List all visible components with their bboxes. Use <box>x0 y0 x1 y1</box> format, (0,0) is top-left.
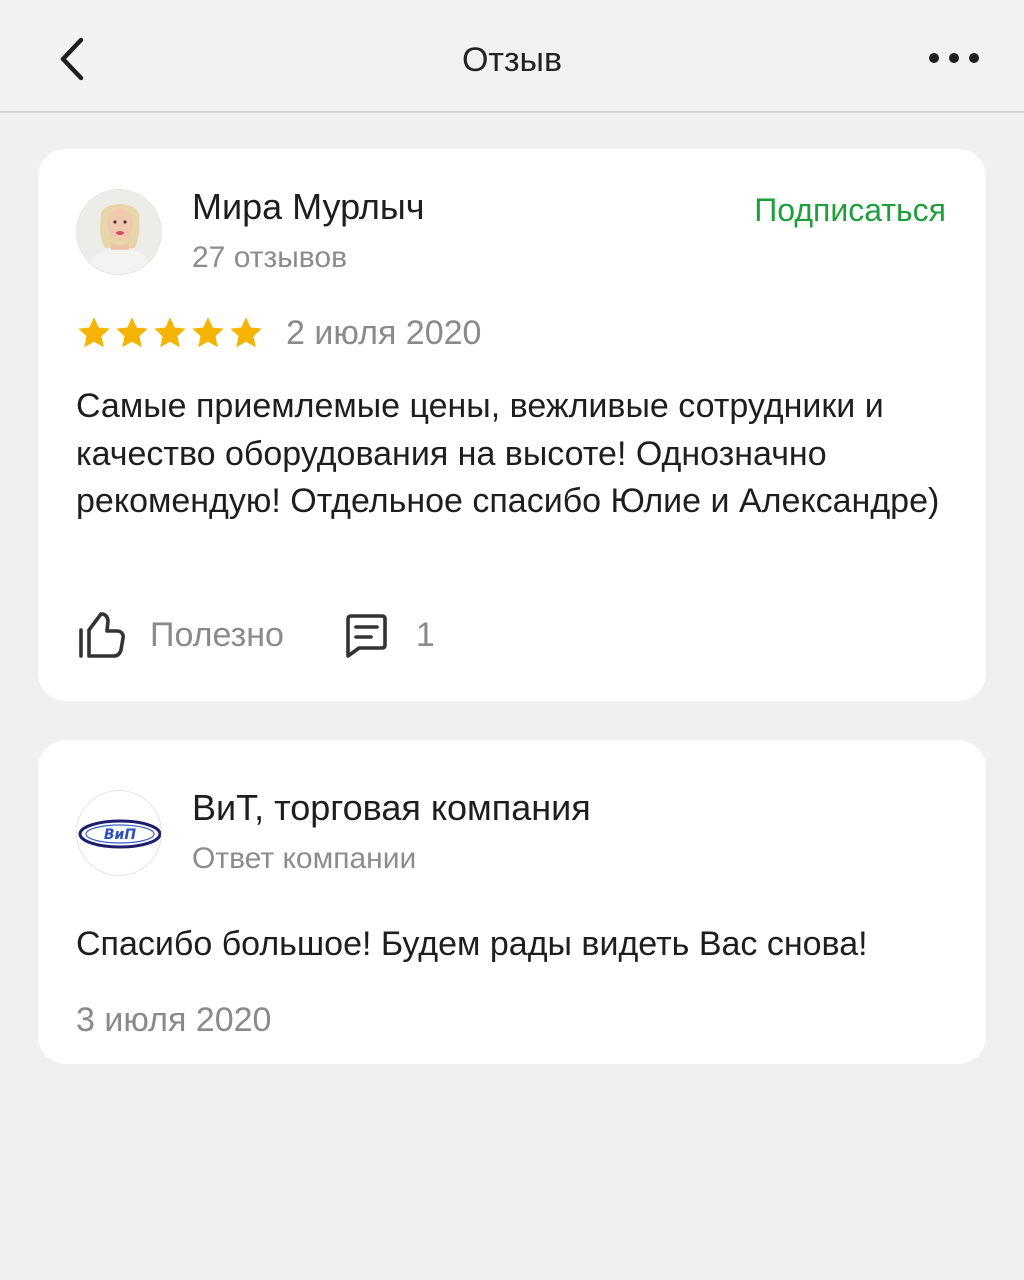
top-bar: Отзыв <box>0 0 1024 113</box>
avatar[interactable] <box>76 189 162 275</box>
comments-count: 1 <box>415 616 435 654</box>
star-icon <box>116 317 148 348</box>
company-reply-card: ВиП ВиТ, торговая компания Ответ компани… <box>38 740 986 1064</box>
useful-button[interactable]: Полезно <box>76 610 284 660</box>
company-name[interactable]: ВиТ, торговая компания <box>192 786 591 830</box>
page-title: Отзыв <box>461 41 563 79</box>
comment-icon <box>346 614 387 658</box>
company-logo[interactable]: ВиП <box>76 790 162 876</box>
star-icon <box>192 317 224 348</box>
reply-text: Спасибо большое! Будем рады видеть Вас с… <box>76 925 868 963</box>
review-text: Самые приемлемые цены, вежливые сотрудни… <box>76 387 940 520</box>
more-options-button[interactable] <box>924 38 984 78</box>
review-date: 2 июля 2020 <box>286 314 482 352</box>
more-horizontal-icon <box>929 53 979 63</box>
review-card: Мира Мурлыч 27 отзывов Подписаться 2 июл… <box>38 149 986 701</box>
star-icon <box>230 317 262 348</box>
star-icon <box>154 317 186 348</box>
author-name[interactable]: Мира Мурлыч <box>192 185 425 229</box>
star-icon <box>78 317 110 348</box>
company-logo-image: ВиП <box>78 819 161 849</box>
rating-row: 2 июля 2020 <box>76 311 481 355</box>
user-avatar-photo <box>77 190 161 274</box>
reply-date: 3 июля 2020 <box>76 1001 272 1039</box>
useful-label: Полезно <box>150 616 284 654</box>
company-reply-label: Ответ компании <box>192 842 417 875</box>
author-reviews-count: 27 отзывов <box>192 241 348 274</box>
subscribe-button[interactable]: Подписаться <box>754 189 946 231</box>
thumbs-up-icon <box>79 612 125 658</box>
svg-text:ВиП: ВиП <box>104 827 136 843</box>
review-actions: Полезно 1 <box>76 607 435 663</box>
comments-button[interactable]: 1 <box>342 611 435 659</box>
rating-stars <box>76 315 264 351</box>
